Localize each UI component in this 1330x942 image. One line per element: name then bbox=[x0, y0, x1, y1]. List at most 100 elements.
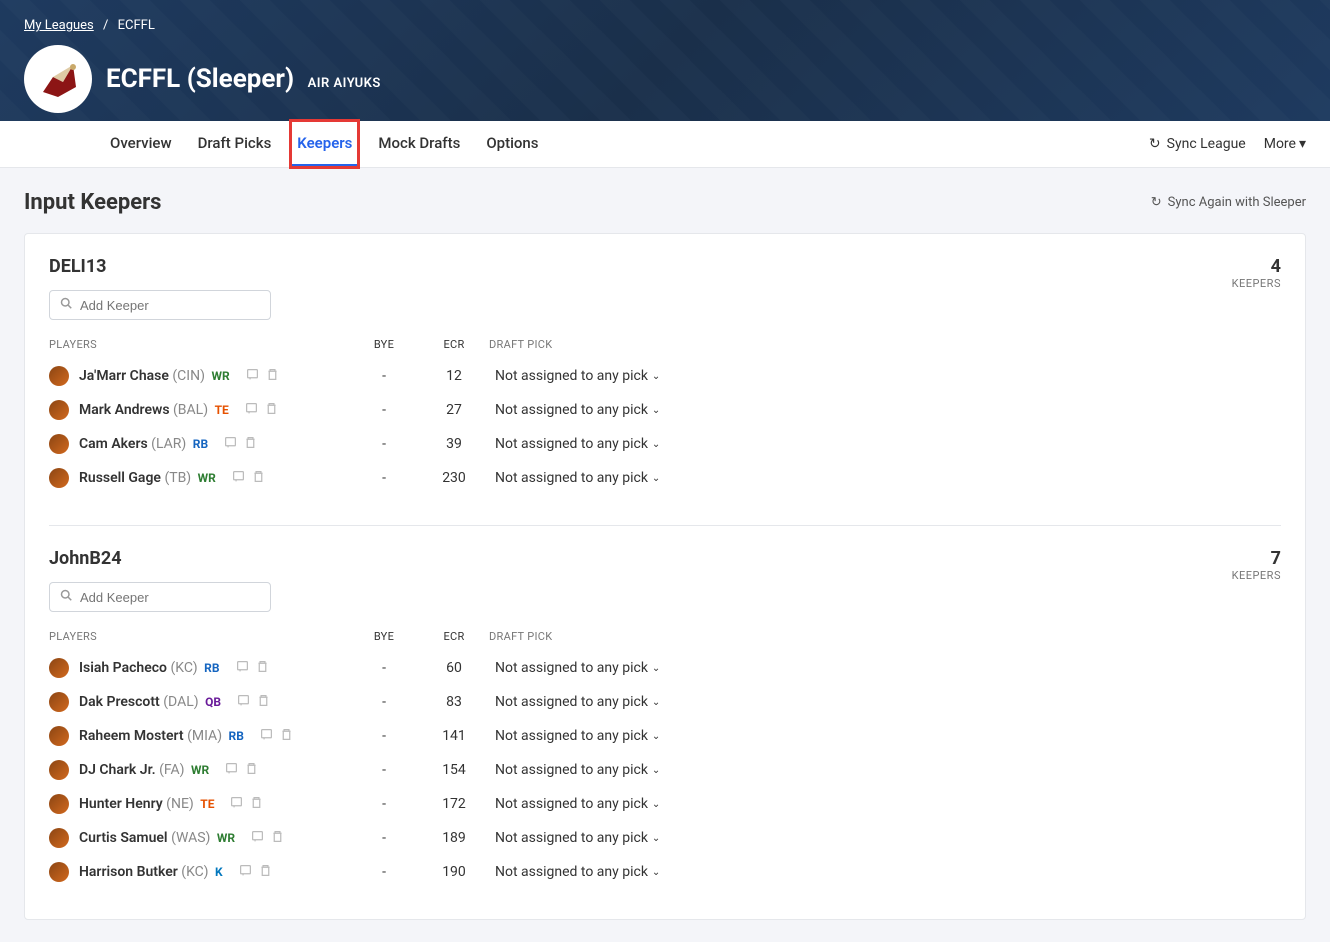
delete-icon[interactable] bbox=[271, 830, 284, 847]
draft-pick-select[interactable]: Not assigned to any pick ⌄ bbox=[489, 660, 689, 676]
position-badge: RB bbox=[229, 729, 244, 743]
note-icon[interactable] bbox=[230, 796, 243, 813]
player-team: (KC) bbox=[181, 864, 208, 880]
draft-pick-select[interactable]: Not assigned to any pick ⌄ bbox=[489, 728, 689, 744]
note-icon[interactable] bbox=[237, 694, 250, 711]
player-name[interactable]: Harrison Butker bbox=[79, 864, 178, 880]
player-name[interactable]: Curtis Samuel bbox=[79, 830, 168, 846]
draft-pick-select[interactable]: Not assigned to any pick ⌄ bbox=[489, 436, 689, 452]
draft-pick-select[interactable]: Not assigned to any pick ⌄ bbox=[489, 762, 689, 778]
player-row: Cam Akers (LAR) RB - 39 Not assigned to … bbox=[49, 427, 1281, 461]
note-icon[interactable] bbox=[246, 368, 259, 385]
bye-value: - bbox=[349, 368, 419, 384]
ecr-value: 230 bbox=[419, 470, 489, 486]
player-team: (TB) bbox=[164, 470, 191, 486]
player-team: (CIN) bbox=[172, 368, 205, 384]
note-icon[interactable] bbox=[224, 436, 237, 453]
bye-value: - bbox=[349, 660, 419, 676]
draft-pick-value: Not assigned to any pick bbox=[495, 402, 648, 418]
delete-icon[interactable] bbox=[250, 796, 263, 813]
player-name[interactable]: Dak Prescott bbox=[79, 694, 160, 710]
note-icon[interactable] bbox=[236, 660, 249, 677]
note-icon[interactable] bbox=[251, 830, 264, 847]
keeper-count-label: KEEPERS bbox=[1232, 277, 1281, 290]
delete-icon[interactable] bbox=[245, 762, 258, 779]
delete-icon[interactable] bbox=[259, 864, 272, 881]
tab-overview[interactable]: Overview bbox=[104, 121, 178, 167]
player-name[interactable]: Mark Andrews bbox=[79, 402, 170, 418]
draft-pick-select[interactable]: Not assigned to any pick ⌄ bbox=[489, 830, 689, 846]
position-badge: RB bbox=[193, 437, 208, 451]
player-name[interactable]: DJ Chark Jr. bbox=[79, 762, 156, 778]
delete-icon[interactable] bbox=[265, 402, 278, 419]
tab-options[interactable]: Options bbox=[480, 121, 544, 167]
refresh-icon: ↻ bbox=[1149, 136, 1161, 152]
note-icon[interactable] bbox=[260, 728, 273, 745]
add-keeper-input[interactable] bbox=[80, 298, 260, 313]
delete-icon[interactable] bbox=[266, 368, 279, 385]
draft-pick-select[interactable]: Not assigned to any pick ⌄ bbox=[489, 368, 689, 384]
note-icon[interactable] bbox=[239, 864, 252, 881]
delete-icon[interactable] bbox=[252, 470, 265, 487]
player-row: Hunter Henry (NE) TE - 172 Not assigned … bbox=[49, 787, 1281, 821]
sync-again-button[interactable]: ↻ Sync Again with Sleeper bbox=[1151, 195, 1306, 210]
ecr-value: 172 bbox=[419, 796, 489, 812]
col-ecr: ECR bbox=[419, 338, 489, 351]
tab-mock-drafts[interactable]: Mock Drafts bbox=[372, 121, 466, 167]
delete-icon[interactable] bbox=[257, 694, 270, 711]
ecr-value: 190 bbox=[419, 864, 489, 880]
search-icon bbox=[60, 297, 72, 313]
player-avatar bbox=[49, 434, 69, 454]
player-avatar bbox=[49, 828, 69, 848]
keeper-count: 7 KEEPERS bbox=[1232, 548, 1281, 582]
chevron-down-icon: ⌄ bbox=[652, 867, 660, 878]
page-title: Input Keepers bbox=[24, 190, 161, 215]
draft-pick-select[interactable]: Not assigned to any pick ⌄ bbox=[489, 796, 689, 812]
player-row: Isiah Pacheco (KC) RB - 60 Not assigned … bbox=[49, 651, 1281, 685]
breadcrumb-home[interactable]: My Leagues bbox=[24, 18, 94, 33]
chevron-down-icon: ⌄ bbox=[652, 663, 660, 674]
note-icon[interactable] bbox=[232, 470, 245, 487]
bye-value: - bbox=[349, 762, 419, 778]
draft-pick-value: Not assigned to any pick bbox=[495, 660, 648, 676]
add-keeper-search[interactable] bbox=[49, 290, 271, 320]
player-team: (KC) bbox=[170, 660, 197, 676]
bye-value: - bbox=[349, 830, 419, 846]
player-name[interactable]: Isiah Pacheco bbox=[79, 660, 167, 676]
col-bye: BYE bbox=[349, 338, 419, 351]
player-name[interactable]: Raheem Mostert bbox=[79, 728, 184, 744]
keeper-count-number: 7 bbox=[1232, 548, 1281, 569]
position-badge: QB bbox=[205, 695, 221, 709]
add-keeper-input[interactable] bbox=[80, 590, 260, 605]
bye-value: - bbox=[349, 436, 419, 452]
draft-pick-select[interactable]: Not assigned to any pick ⌄ bbox=[489, 694, 689, 710]
player-avatar bbox=[49, 366, 69, 386]
delete-icon[interactable] bbox=[244, 436, 257, 453]
position-badge: WR bbox=[191, 763, 209, 777]
player-name[interactable]: Russell Gage bbox=[79, 470, 161, 486]
draft-pick-value: Not assigned to any pick bbox=[495, 728, 648, 744]
player-team: (FA) bbox=[159, 762, 184, 778]
note-icon[interactable] bbox=[225, 762, 238, 779]
player-name[interactable]: Cam Akers bbox=[79, 436, 148, 452]
player-team: (DAL) bbox=[163, 694, 198, 710]
player-name[interactable]: Hunter Henry bbox=[79, 796, 163, 812]
player-name[interactable]: Ja'Marr Chase bbox=[79, 368, 169, 384]
add-keeper-search[interactable] bbox=[49, 582, 271, 612]
player-avatar bbox=[49, 862, 69, 882]
delete-icon[interactable] bbox=[256, 660, 269, 677]
more-dropdown[interactable]: More ▾ bbox=[1264, 136, 1306, 152]
player-row: Dak Prescott (DAL) QB - 83 Not assigned … bbox=[49, 685, 1281, 719]
delete-icon[interactable] bbox=[280, 728, 293, 745]
tab-draft-picks[interactable]: Draft Picks bbox=[192, 121, 278, 167]
draft-pick-select[interactable]: Not assigned to any pick ⌄ bbox=[489, 402, 689, 418]
keeper-count-number: 4 bbox=[1232, 256, 1281, 277]
draft-pick-select[interactable]: Not assigned to any pick ⌄ bbox=[489, 864, 689, 880]
player-team: (WAS) bbox=[171, 830, 210, 846]
player-team: (NE) bbox=[166, 796, 194, 812]
col-players: PLAYERS bbox=[49, 630, 349, 643]
sync-league-button[interactable]: ↻ Sync League bbox=[1149, 136, 1246, 152]
tab-keepers[interactable]: Keepers bbox=[291, 121, 358, 167]
note-icon[interactable] bbox=[245, 402, 258, 419]
draft-pick-select[interactable]: Not assigned to any pick ⌄ bbox=[489, 470, 689, 486]
